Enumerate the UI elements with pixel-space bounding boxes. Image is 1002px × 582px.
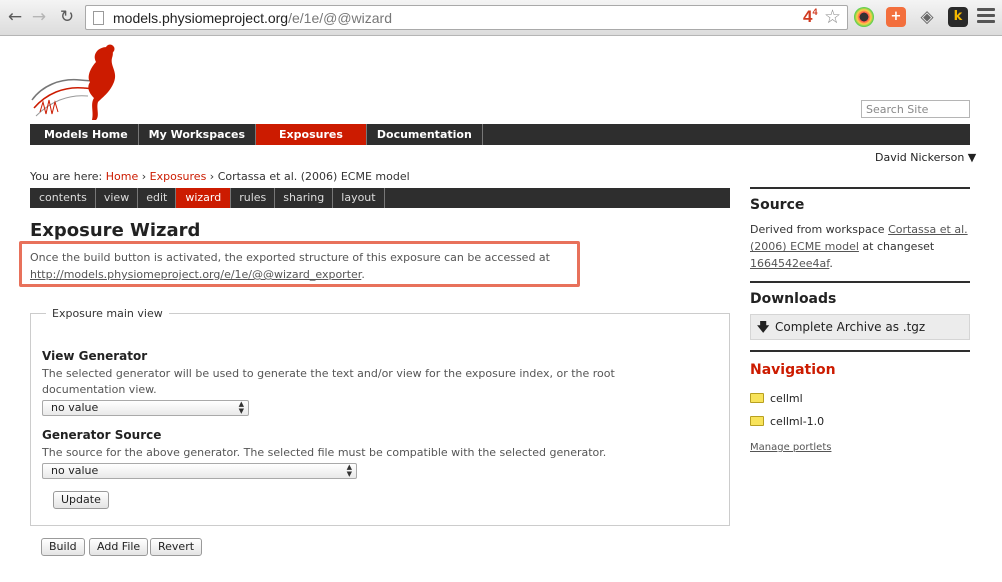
source-portlet-title: Source xyxy=(750,197,805,213)
tab-contents[interactable]: contents xyxy=(30,188,96,208)
source-changeset-link[interactable]: 1664542ee4af xyxy=(750,257,829,270)
download-label: Complete Archive as .tgz xyxy=(775,320,926,334)
page-description: Once the build button is activated, the … xyxy=(30,249,550,283)
nav-folder-label: cellml-1.0 xyxy=(770,415,825,428)
nav-exposures[interactable]: Exposures xyxy=(256,124,367,145)
nav-folder-cellml[interactable]: cellml xyxy=(750,392,803,405)
tab-layout[interactable]: layout xyxy=(333,188,385,208)
view-generator-help: The selected generator will be used to g… xyxy=(42,367,615,396)
breadcrumb: You are here: Home › Exposures › Cortass… xyxy=(30,170,410,183)
download-archive-button[interactable]: 🡇 Complete Archive as .tgz xyxy=(750,314,970,340)
tab-rules[interactable]: rules xyxy=(231,188,276,208)
page-title: Exposure Wizard xyxy=(30,220,201,241)
nav-folder-cellml-1-0[interactable]: cellml-1.0 xyxy=(750,415,824,428)
breadcrumb-separator: › xyxy=(141,170,147,183)
nav-documentation[interactable]: Documentation xyxy=(367,124,483,145)
forward-icon[interactable]: → xyxy=(28,6,50,28)
build-button[interactable]: Build xyxy=(41,538,85,556)
generator-source-value: no value xyxy=(51,464,99,477)
nav-my-workspaces[interactable]: My Workspaces xyxy=(139,124,257,145)
download-icon: 🡇 xyxy=(757,320,770,334)
content-tabs: contents view edit wizard rules sharing … xyxy=(30,188,730,208)
fieldset-legend: Exposure main view xyxy=(46,307,169,320)
source-mid: at changeset xyxy=(862,240,935,253)
browser-menu-icon[interactable] xyxy=(977,8,995,26)
source-portlet-text: Derived from workspace Cortassa et al. (… xyxy=(750,221,970,272)
global-nav: Models Home My Workspaces Exposures Docu… xyxy=(30,124,970,145)
breadcrumb-prefix: You are here: xyxy=(30,170,103,183)
page-icon xyxy=(93,11,104,25)
color-picker-extension-icon[interactable] xyxy=(854,7,874,27)
navigation-portlet-title[interactable]: Navigation xyxy=(750,362,836,378)
select-arrows-icon: ▲ ▼ xyxy=(238,400,244,415)
exposure-main-view-fieldset: Exposure main view View Generator The se… xyxy=(30,307,730,526)
view-generator-label: View Generator xyxy=(42,349,148,363)
folder-icon xyxy=(750,393,764,403)
source-end: . xyxy=(829,257,833,270)
nav-folder-label: cellml xyxy=(770,392,803,405)
back-icon[interactable]: ← xyxy=(4,6,26,28)
nav-models-home[interactable]: Models Home xyxy=(30,124,139,145)
folder-icon xyxy=(750,416,764,426)
bookmark-star-icon[interactable]: ☆ xyxy=(824,6,841,28)
physiome-logo[interactable] xyxy=(30,42,130,122)
generator-source-select[interactable]: no value ▲ ▼ xyxy=(42,463,357,479)
wizard-exporter-link[interactable]: http://models.physiomeproject.org/e/1e/@… xyxy=(30,268,361,281)
portlet-divider xyxy=(750,281,970,283)
tab-sharing[interactable]: sharing xyxy=(275,188,334,208)
portlet-divider xyxy=(750,187,970,189)
reload-icon[interactable]: ↻ xyxy=(56,6,78,28)
address-bar[interactable]: models.physiomeproject.org/e/1e/@@wizard… xyxy=(85,5,848,30)
user-menu[interactable]: David Nickerson ▼ xyxy=(875,151,976,164)
view-generator-value: no value xyxy=(51,401,99,414)
tab-edit[interactable]: edit xyxy=(138,188,177,208)
url-text[interactable]: models.physiomeproject.org/e/1e/@@wizard xyxy=(113,10,392,26)
breadcrumb-home[interactable]: Home xyxy=(106,170,138,183)
breadcrumb-current: Cortassa et al. (2006) ECME model xyxy=(217,170,410,183)
feed-extension-icon[interactable]: ◈ xyxy=(917,7,937,27)
breadcrumb-exposures[interactable]: Exposures xyxy=(150,170,207,183)
select-arrows-icon: ▲ ▼ xyxy=(346,463,352,478)
description-text: Once the build button is activated, the … xyxy=(30,251,550,264)
extension-badge[interactable]: 44 xyxy=(803,7,817,27)
generator-source-label: Generator Source xyxy=(42,428,162,442)
browser-toolbar: ← → ↻ models.physiomeproject.org/e/1e/@@… xyxy=(0,0,1002,36)
generator-source-help: The source for the above generator. The … xyxy=(42,446,607,459)
k-extension-icon[interactable]: k xyxy=(948,7,968,27)
manage-portlets-link[interactable]: Manage portlets xyxy=(750,442,831,453)
downloads-portlet-title: Downloads xyxy=(750,291,837,307)
update-button[interactable]: Update xyxy=(53,491,109,509)
description-end: . xyxy=(361,268,365,281)
portlet-divider xyxy=(750,350,970,352)
tab-view[interactable]: view xyxy=(96,188,139,208)
tab-wizard[interactable]: wizard xyxy=(176,188,232,208)
add-extension-icon[interactable]: + xyxy=(886,7,906,27)
add-file-button[interactable]: Add File xyxy=(89,538,149,556)
revert-button[interactable]: Revert xyxy=(150,538,203,556)
view-generator-select[interactable]: no value ▲ ▼ xyxy=(42,400,249,416)
search-site-input[interactable] xyxy=(861,100,970,118)
source-prefix: Derived from workspace xyxy=(750,223,885,236)
breadcrumb-separator: › xyxy=(209,170,215,183)
